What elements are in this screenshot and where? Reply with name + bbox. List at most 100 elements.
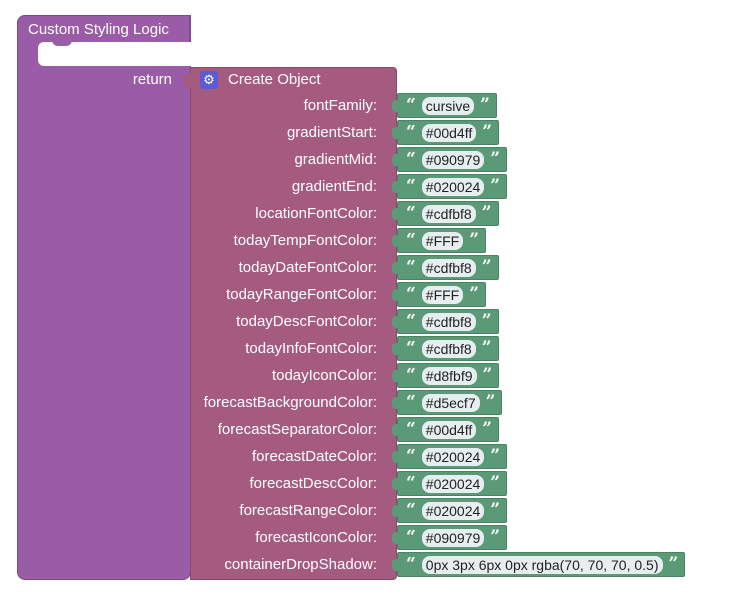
string-block[interactable]: “ #d5ecf7 ” <box>392 390 503 415</box>
close-quote-icon: ” <box>469 284 480 304</box>
string-value-field[interactable]: #020024 <box>421 474 485 493</box>
string-block-plug <box>392 343 399 355</box>
string-value-field[interactable]: #00d4ff <box>421 420 477 439</box>
field-key-label: locationFontColor: <box>255 205 377 222</box>
statement-notch <box>52 40 72 46</box>
close-quote-icon: ” <box>490 473 501 493</box>
string-value-field[interactable]: #FFF <box>421 285 464 304</box>
open-quote-icon: “ <box>406 176 416 196</box>
string-value-field[interactable]: 0px 3px 6px 0px rgba(70, 70, 70, 0.5) <box>421 555 663 574</box>
close-quote-icon: ” <box>490 176 501 196</box>
open-quote-icon: “ <box>406 527 416 547</box>
close-quote-icon: ” <box>490 527 501 547</box>
string-value-field[interactable]: #00d4ff <box>421 123 477 142</box>
object-field-row: containerDropShadow: “ 0px 3px 6px 0px rgb… <box>0 552 737 579</box>
string-block-plug <box>392 532 399 544</box>
object-field-row: gradientStart: “ #00d4ff ” <box>0 120 737 147</box>
string-value-field[interactable]: #d5ecf7 <box>421 393 480 412</box>
string-block[interactable]: “ #020024 ” <box>392 444 508 469</box>
string-block[interactable]: “ #020024 ” <box>392 498 508 523</box>
return-label: return <box>132 71 172 88</box>
string-block[interactable]: “ #cdfbf8 ” <box>392 201 499 226</box>
string-value-field[interactable]: cursive <box>421 96 475 115</box>
field-key-label: gradientMid: <box>294 151 377 168</box>
string-block-plug <box>392 154 399 166</box>
string-value-field[interactable]: #cdfbf8 <box>421 258 476 277</box>
open-quote-icon: “ <box>406 203 416 223</box>
string-block[interactable]: “ 0px 3px 6px 0px rgba(70, 70, 70, 0.5) ” <box>392 552 686 577</box>
object-field-row: fontFamily: “ cursive ” <box>0 93 737 120</box>
string-block-plug <box>392 100 399 112</box>
close-quote-icon: ” <box>490 446 501 466</box>
close-quote-icon: ” <box>480 95 490 115</box>
field-key-label: forecastDescColor: <box>249 475 377 492</box>
open-quote-icon: “ <box>406 149 416 169</box>
field-key-label: fontFamily: <box>303 97 377 114</box>
string-value-field[interactable]: #090979 <box>421 528 485 547</box>
close-quote-icon: ” <box>481 203 492 223</box>
string-value-field[interactable]: #020024 <box>421 447 485 466</box>
string-block[interactable]: “ #020024 ” <box>392 471 508 496</box>
string-block-plug <box>392 424 399 436</box>
string-block[interactable]: “ #cdfbf8 ” <box>392 255 499 280</box>
string-block[interactable]: “ #FFF ” <box>392 282 487 307</box>
string-block[interactable]: “ #FFF ” <box>392 228 487 253</box>
open-quote-icon: “ <box>406 230 416 250</box>
string-block-plug <box>392 451 399 463</box>
procedure-header[interactable]: Custom Styling Logic <box>17 15 190 42</box>
object-field-row: todayDateFontColor: “ #cdfbf8 ” <box>0 255 737 282</box>
field-key-label: forecastRangeColor: <box>239 502 377 519</box>
string-block-plug <box>392 370 399 382</box>
field-key-label: forecastBackgroundColor: <box>203 394 377 411</box>
close-quote-icon: ” <box>481 257 492 277</box>
string-block[interactable]: “ #cdfbf8 ” <box>392 309 499 334</box>
object-field-row: forecastBackgroundColor: “ #d5ecf7 ” <box>0 390 737 417</box>
open-quote-icon: “ <box>406 122 416 142</box>
procedure-title[interactable]: Custom Styling Logic <box>28 21 169 38</box>
string-block[interactable]: “ #00d4ff ” <box>392 417 500 442</box>
string-block[interactable]: “ #d8fbf9 ” <box>392 363 500 388</box>
string-block[interactable]: “ #00d4ff ” <box>392 120 500 145</box>
string-value-field[interactable]: #020024 <box>421 501 485 520</box>
close-quote-icon: ” <box>668 554 679 574</box>
string-value-field[interactable]: #090979 <box>421 150 485 169</box>
open-quote-icon: “ <box>406 554 416 574</box>
string-block[interactable]: “ #cdfbf8 ” <box>392 336 499 361</box>
object-field-row: todayTempFontColor: “ #FFF ” <box>0 228 737 255</box>
string-block-plug <box>392 289 399 301</box>
close-quote-icon: ” <box>481 311 492 331</box>
field-key-label: forecastIconColor: <box>255 529 377 546</box>
gear-icon[interactable]: ⚙ <box>200 71 218 89</box>
close-quote-icon: ” <box>490 149 501 169</box>
string-block[interactable]: “ #090979 ” <box>392 525 508 550</box>
string-block[interactable]: “ #020024 ” <box>392 174 508 199</box>
string-block-plug <box>392 181 399 193</box>
string-block-plug <box>392 478 399 490</box>
string-value-field[interactable]: #020024 <box>421 177 485 196</box>
string-value-field[interactable]: #d8fbf9 <box>421 366 477 385</box>
field-key-label: forecastDateColor: <box>251 448 377 465</box>
string-value-field[interactable]: #cdfbf8 <box>421 204 476 223</box>
object-field-row: todayRangeFontColor: “ #FFF ” <box>0 282 737 309</box>
create-object-plug <box>183 74 191 88</box>
string-block-plug <box>392 235 399 247</box>
open-quote-icon: “ <box>406 338 416 358</box>
close-quote-icon: ” <box>482 122 493 142</box>
object-field-row: forecastIconColor: “ #090979 ” <box>0 525 737 552</box>
string-block[interactable]: “ #090979 ” <box>392 147 508 172</box>
string-value-field[interactable]: #FFF <box>421 231 464 250</box>
close-quote-icon: ” <box>490 500 501 520</box>
string-value-field[interactable]: #cdfbf8 <box>421 312 476 331</box>
object-field-row: forecastRangeColor: “ #020024 ” <box>0 498 737 525</box>
string-block[interactable]: “ cursive ” <box>392 93 497 118</box>
close-quote-icon: ” <box>482 419 493 439</box>
object-field-row: todayInfoFontColor: “ #cdfbf8 ” <box>0 336 737 363</box>
open-quote-icon: “ <box>406 473 416 493</box>
string-value-field[interactable]: #cdfbf8 <box>421 339 476 358</box>
object-field-row: forecastDescColor: “ #020024 ” <box>0 471 737 498</box>
open-quote-icon: “ <box>406 500 416 520</box>
field-key-label: todayTempFontColor: <box>233 232 377 249</box>
object-field-row: todayDescFontColor: “ #cdfbf8 ” <box>0 309 737 336</box>
object-field-row: forecastDateColor: “ #020024 ” <box>0 444 737 471</box>
field-key-label: todayInfoFontColor: <box>245 340 377 357</box>
